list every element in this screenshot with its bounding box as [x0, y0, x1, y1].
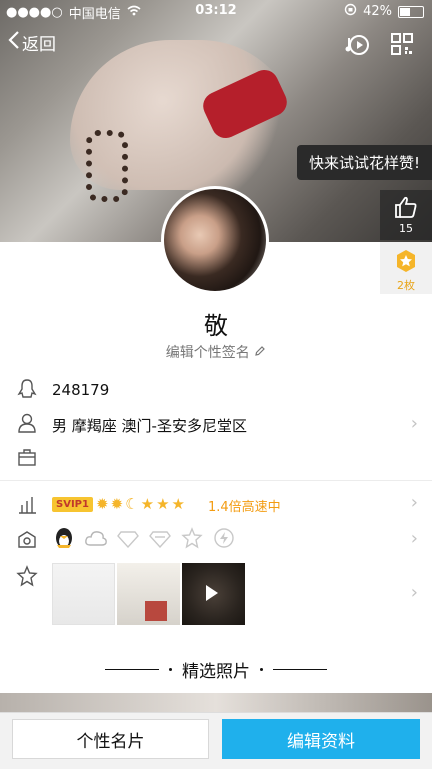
music-play-icon[interactable] [344, 32, 370, 58]
back-button[interactable]: 返回 [8, 30, 56, 55]
featured-photos-header: 精选照片 [0, 657, 432, 682]
lightning-medal-icon [212, 526, 236, 550]
personal-details: 男 摩羯座 澳门-圣安多尼堂区 [52, 417, 247, 435]
star-icon: ★ [171, 495, 185, 513]
pencil-icon [254, 345, 266, 361]
profile-card-button[interactable]: 个性名片 [12, 719, 209, 759]
chevron-right-icon: › [410, 528, 418, 549]
moon-icon: ☾ [125, 495, 139, 513]
signature-label: 编辑个性签名 [165, 345, 250, 361]
chevron-right-icon: › [410, 492, 418, 513]
section-title: 精选照片 [182, 662, 250, 682]
sun-icon: ✹ [96, 495, 109, 513]
bottom-bar: 个性名片 编辑资料 [0, 712, 432, 769]
personal-info-row[interactable]: 男 摩羯座 澳门-圣安多尼堂区 › [0, 412, 432, 438]
svip-tag: SVIP1 [52, 497, 93, 512]
photo-thumbnail[interactable] [117, 563, 180, 625]
photo-thumbnail[interactable] [52, 563, 115, 625]
status-bar: ●●●●○ 中国电信 03:12 42% [0, 0, 432, 22]
like-button[interactable]: 15 [380, 190, 432, 240]
badge-button[interactable]: 2枚 [380, 242, 432, 294]
fancy-like-tip[interactable]: 快来试试花样赞! [296, 145, 432, 180]
like-count: 15 [399, 222, 413, 235]
battery-icon [398, 5, 424, 18]
video-thumbnail[interactable] [182, 563, 245, 625]
vip-diamond-medal-icon [148, 526, 172, 550]
nav-bar: 返回 [0, 28, 432, 60]
chevron-right-icon: › [410, 413, 418, 434]
cover-bracelet-shape [86, 130, 128, 202]
sun-icon: ✹ [110, 495, 124, 513]
qr-code-icon[interactable] [390, 32, 416, 58]
cloud-medal-icon [84, 526, 108, 550]
level-chart-icon [16, 493, 38, 515]
orientation-lock-icon [344, 3, 357, 20]
qq-number: 248179 [52, 381, 110, 399]
photo-thumbnails [52, 563, 245, 625]
featured-photo-preview[interactable] [0, 693, 432, 713]
profile-name: 敬 [204, 312, 228, 340]
badge-count: 2枚 [397, 279, 415, 292]
qq-penguin-medal-icon [52, 526, 76, 550]
thumbs-up-icon [380, 190, 432, 222]
back-label: 返回 [22, 35, 56, 55]
star-medal-icon [180, 526, 204, 550]
chevron-left-icon [8, 30, 20, 55]
qq-number-row: 248179 [0, 378, 432, 404]
diamond-medal-icon [116, 526, 140, 550]
level-icons: ✹ ✹ ☾ ★ ★ ★ [96, 495, 185, 513]
work-row[interactable] [0, 447, 432, 471]
chevron-right-icon: › [410, 582, 418, 603]
divider [0, 480, 432, 481]
star-outline-icon [16, 565, 38, 587]
penguin-outline-icon [16, 378, 38, 400]
edit-profile-button[interactable]: 编辑资料 [222, 719, 420, 759]
star-icon: ★ [140, 495, 155, 513]
star-icon: ★ [156, 495, 170, 513]
star-badge-icon [380, 242, 432, 277]
play-icon [206, 585, 218, 601]
speed-label: 1.4倍高速中 [208, 500, 281, 515]
medal-list [52, 526, 236, 550]
person-icon [16, 412, 38, 434]
avatar[interactable] [161, 186, 269, 294]
battery-percent: 42% [363, 4, 392, 19]
medal-box-icon [16, 529, 38, 551]
signature-edit[interactable]: 编辑个性签名 [0, 342, 432, 362]
briefcase-icon [16, 447, 38, 469]
status-right: 42% [344, 3, 424, 20]
